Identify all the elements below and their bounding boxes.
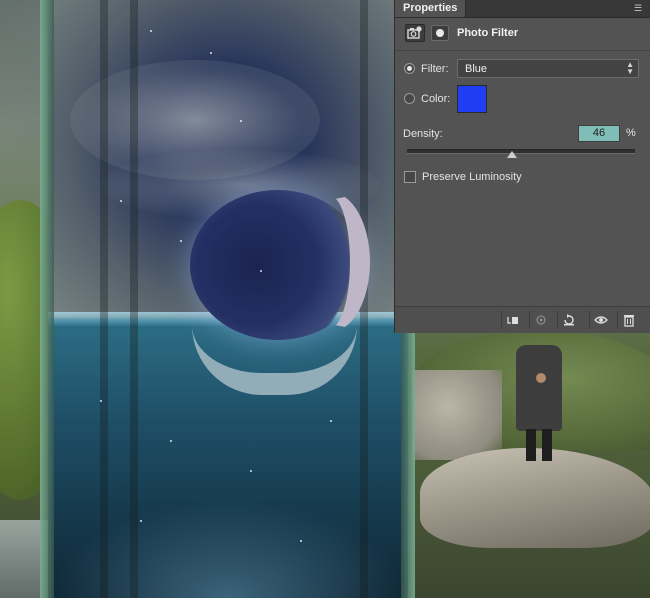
panel-header: Photo Filter: [395, 18, 650, 51]
filter-radio[interactable]: [404, 63, 415, 74]
star: [330, 420, 332, 422]
star: [140, 520, 142, 522]
panel-menu-icon[interactable]: ☰: [632, 4, 644, 13]
density-unit: %: [626, 127, 636, 139]
star: [240, 120, 242, 122]
star: [170, 440, 172, 442]
crescent-moon: [290, 192, 370, 332]
tab-properties[interactable]: Properties: [395, 0, 467, 17]
panel-tab-bar: Properties ☰: [395, 0, 650, 18]
star: [120, 200, 122, 202]
glass-edge: [40, 0, 54, 598]
stone-path: [412, 370, 502, 460]
filter-label: Filter:: [421, 63, 449, 75]
density-slider-track[interactable]: [407, 149, 635, 154]
density-slider-thumb[interactable]: [506, 151, 517, 158]
photo-filter-adjustment-icon[interactable]: [405, 24, 425, 42]
density-label: Density:: [403, 128, 443, 140]
star: [150, 30, 152, 32]
star: [210, 52, 212, 54]
visibility-eye-icon[interactable]: [589, 311, 612, 329]
view-previous-state-icon[interactable]: [529, 311, 552, 329]
star: [260, 270, 262, 272]
glass-reflection: [100, 0, 108, 598]
filter-dropdown[interactable]: Blue ▲ ▼: [457, 59, 639, 78]
glass-reflection: [130, 0, 138, 598]
color-label: Color:: [421, 93, 451, 105]
adjustment-title: Photo Filter: [457, 27, 519, 39]
density-input[interactable]: 46: [578, 125, 620, 142]
color-radio[interactable]: [404, 93, 415, 104]
filter-dropdown-value: Blue: [465, 63, 488, 75]
star: [180, 240, 182, 242]
star: [300, 540, 302, 542]
preserve-luminosity-checkbox[interactable]: [404, 171, 416, 183]
color-swatch[interactable]: [457, 85, 487, 113]
standing-man: [512, 333, 568, 465]
star: [100, 400, 102, 402]
trash-icon[interactable]: [617, 311, 640, 329]
star: [250, 470, 252, 472]
layer-mask-icon[interactable]: [431, 25, 449, 41]
panel-bottom-toolbar: [395, 306, 650, 333]
reset-icon[interactable]: [557, 311, 580, 329]
clip-to-layer-icon[interactable]: [501, 311, 524, 329]
properties-panel: Properties ☰ Photo Filter Filter: Blue ▲…: [394, 0, 650, 333]
dropdown-arrows-icon: ▲ ▼: [626, 60, 634, 76]
preserve-luminosity-label: Preserve Luminosity: [422, 171, 522, 183]
